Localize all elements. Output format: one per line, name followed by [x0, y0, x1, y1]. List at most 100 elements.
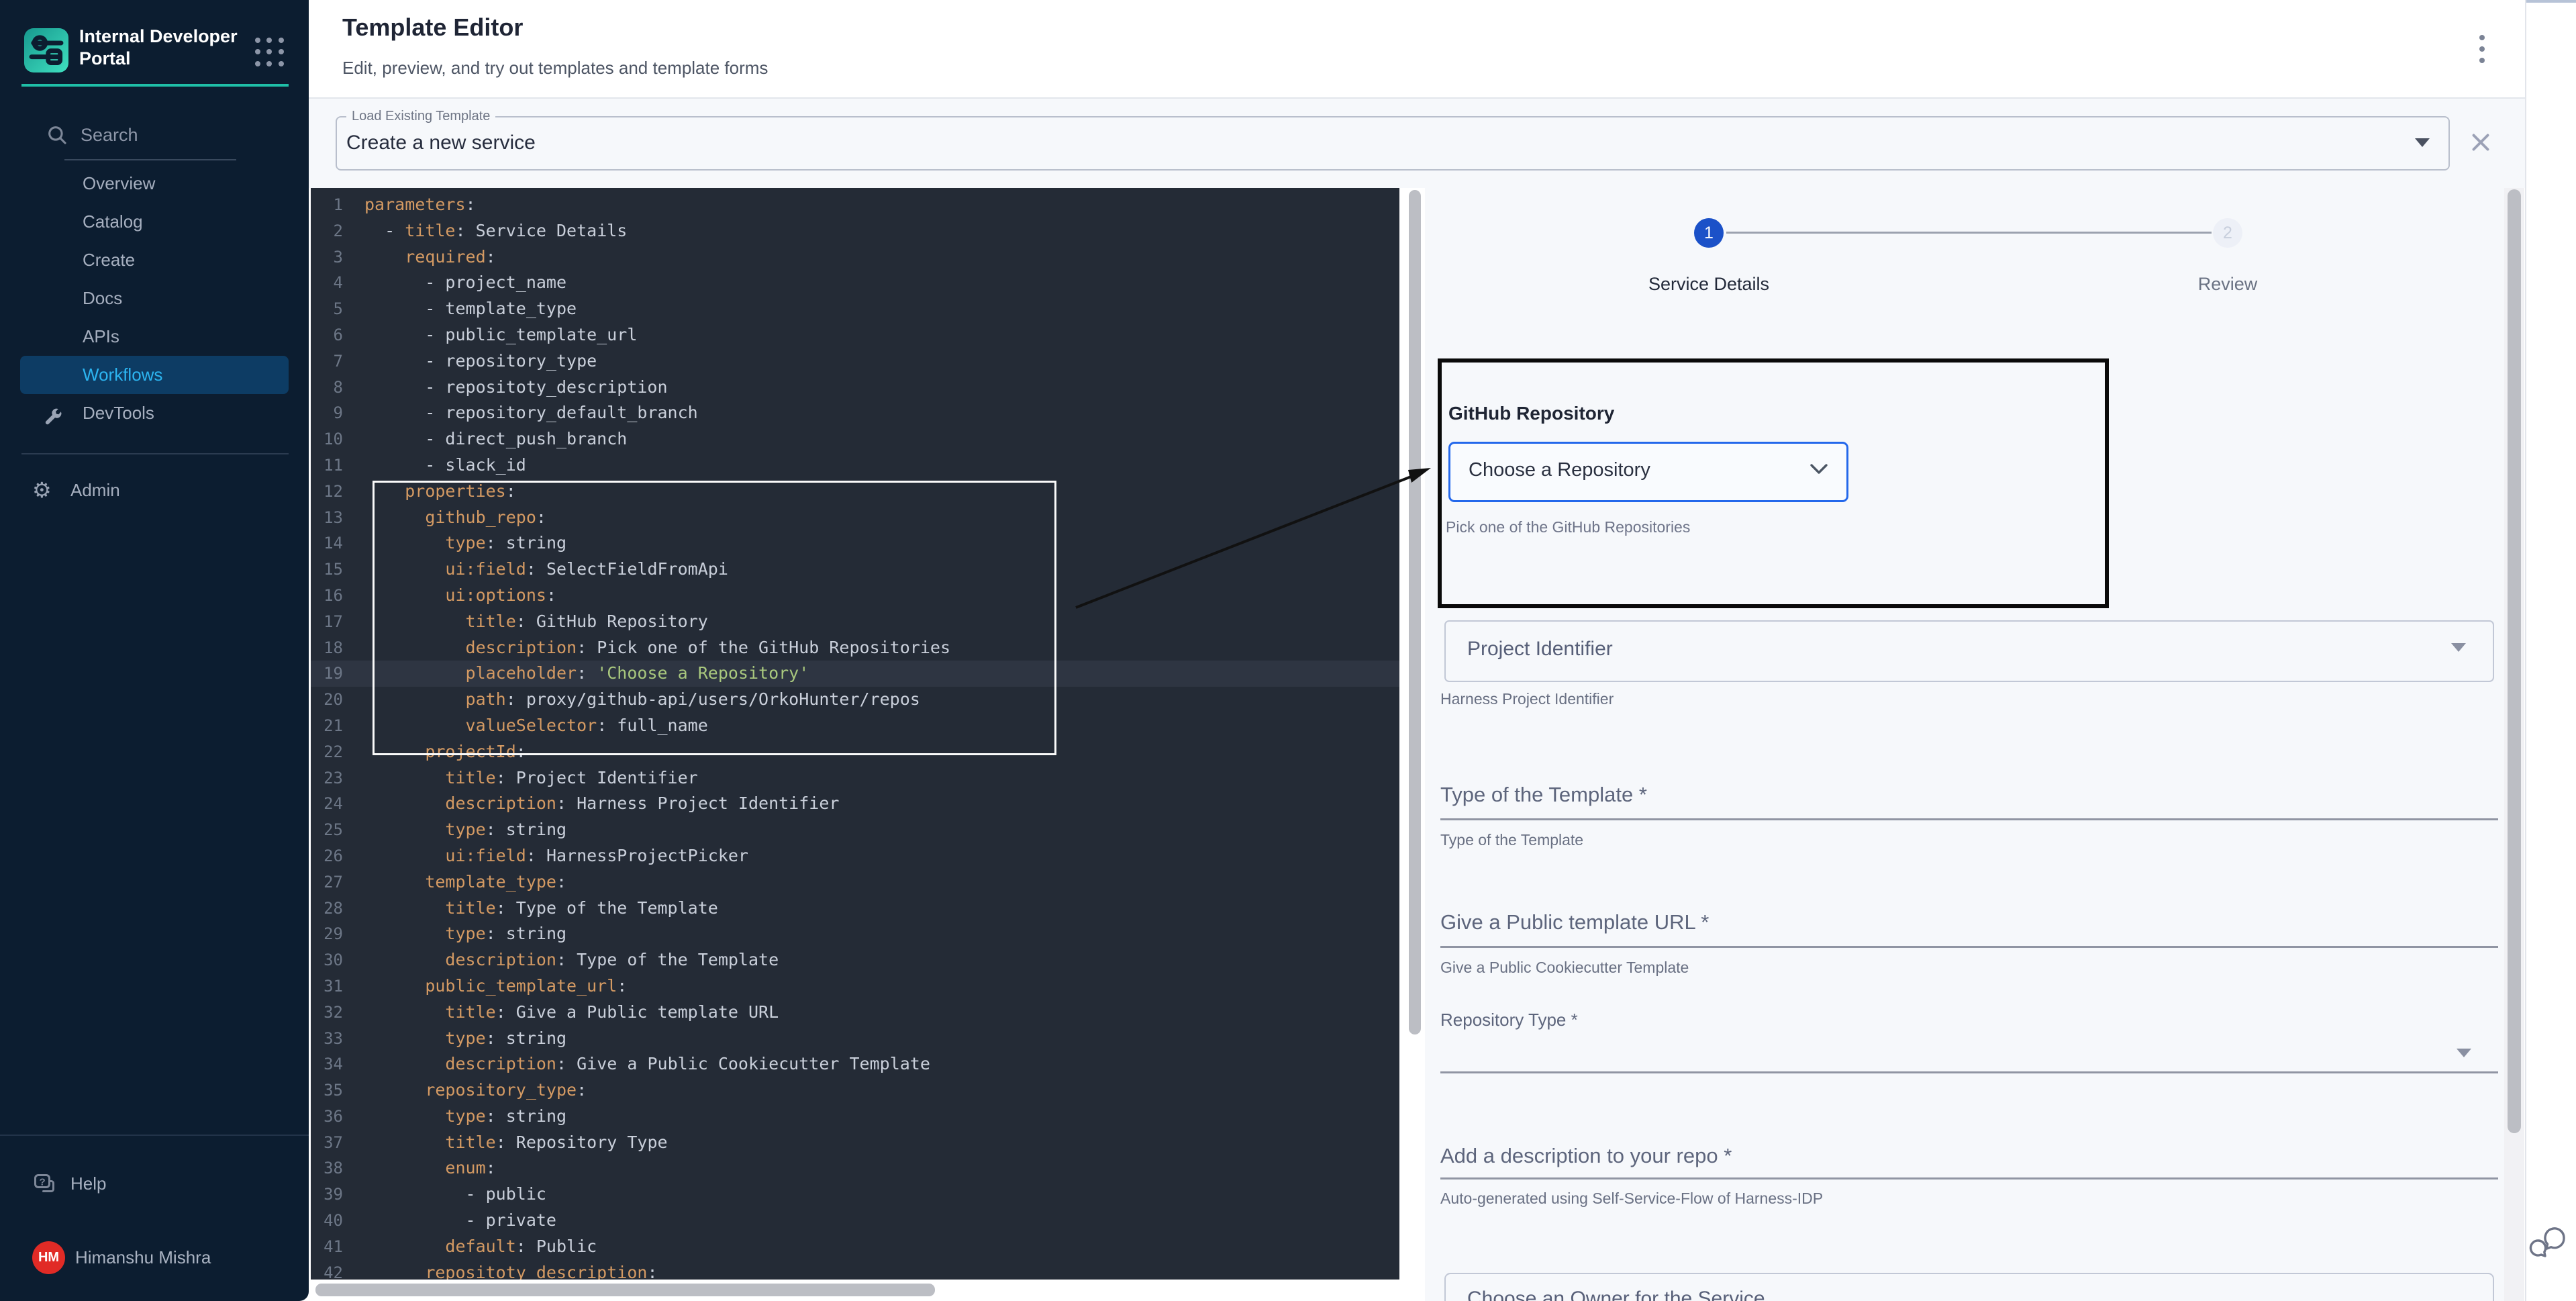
- sidebar-item-overview[interactable]: Overview: [0, 164, 309, 203]
- sidebar-item-devtools[interactable]: DevTools: [0, 394, 309, 432]
- code-token: [364, 793, 445, 813]
- code-token: [364, 872, 425, 892]
- code-text: - title: Service Details: [343, 218, 627, 244]
- editor-hscrollbar-thumb[interactable]: [315, 1284, 935, 1296]
- more-options-icon[interactable]: [2474, 35, 2490, 68]
- stepper-step-1[interactable]: 1: [1694, 218, 1724, 248]
- sidebar-item-label: Workflows: [83, 365, 162, 385]
- code-token: :: [466, 195, 476, 214]
- editor-line-7[interactable]: 7 - repository_type: [311, 348, 1399, 375]
- stepper-step-2-label: Review: [2127, 274, 2328, 295]
- editor-line-10[interactable]: 10 - direct_push_branch: [311, 426, 1399, 452]
- code-token: : Type of the Template: [556, 950, 779, 969]
- template-editor-page: Internal Developer Portal Search Overvie…: [0, 0, 2576, 1301]
- service-owner-value: Choose an Owner for the Service: [1467, 1288, 1765, 1301]
- code-text: type: string: [343, 1026, 566, 1052]
- line-number: 7: [311, 348, 343, 375]
- dropdown-caret-icon[interactable]: [2415, 138, 2430, 147]
- editor-line-35[interactable]: 35 repository_type:: [311, 1077, 1399, 1104]
- editor-line-26[interactable]: 26 ui:field: HarnessProjectPicker: [311, 843, 1399, 869]
- editor-line-9[interactable]: 9 - repository_default_branch: [311, 400, 1399, 426]
- template-url-input[interactable]: [1440, 946, 2498, 948]
- code-token: title: [445, 768, 495, 787]
- code-token: - private: [364, 1210, 556, 1230]
- editor-line-30[interactable]: 30 description: Type of the Template: [311, 947, 1399, 973]
- editor-line-36[interactable]: 36 type: string: [311, 1104, 1399, 1130]
- sidebar-item-create[interactable]: Create: [0, 241, 309, 279]
- code-text: - slack_id: [343, 452, 526, 479]
- editor-line-4[interactable]: 4 - project_name: [311, 270, 1399, 296]
- sidebar-item-apis[interactable]: APIs: [0, 318, 309, 356]
- editor-line-3[interactable]: 3 required:: [311, 244, 1399, 271]
- line-number: 35: [311, 1077, 343, 1104]
- editor-line-23[interactable]: 23 title: Project Identifier: [311, 765, 1399, 791]
- sidebar-search[interactable]: Search: [0, 119, 309, 161]
- editor-line-8[interactable]: 8 - repositoty_description: [311, 375, 1399, 401]
- editor-line-34[interactable]: 34 description: Give a Public Cookiecutt…: [311, 1051, 1399, 1077]
- sidebar-item-help[interactable]: ? Help: [0, 1165, 309, 1203]
- editor-vscrollbar-thumb[interactable]: [1409, 190, 1421, 1034]
- project-identifier-value: Project Identifier: [1467, 638, 1613, 661]
- editor-line-31[interactable]: 31 public_template_url:: [311, 973, 1399, 1000]
- editor-line-25[interactable]: 25 type: string: [311, 817, 1399, 843]
- sidebar-item-workflows[interactable]: Workflows: [20, 356, 289, 394]
- editor-line-2[interactable]: 2 - title: Service Details: [311, 218, 1399, 244]
- code-text: type: string: [343, 1104, 566, 1130]
- code-token: : string: [486, 1106, 566, 1126]
- line-number: 21: [311, 713, 343, 739]
- code-token: title: [405, 221, 455, 240]
- editor-line-40[interactable]: 40 - private: [311, 1208, 1399, 1234]
- code-token: [364, 1028, 445, 1048]
- annotation-rect-editor: [373, 481, 1056, 755]
- form-vscrollbar-thumb[interactable]: [2508, 189, 2521, 1133]
- editor-line-39[interactable]: 39 - public: [311, 1182, 1399, 1208]
- code-token: [364, 247, 405, 267]
- editor-line-33[interactable]: 33 type: string: [311, 1026, 1399, 1052]
- editor-line-37[interactable]: 37 title: Repository Type: [311, 1130, 1399, 1156]
- editor-line-11[interactable]: 11 - slack_id: [311, 452, 1399, 479]
- code-token: [364, 898, 445, 918]
- stepper-step-2[interactable]: 2: [2213, 218, 2242, 248]
- editor-line-32[interactable]: 32 title: Give a Public template URL: [311, 1000, 1399, 1026]
- search-input[interactable]: Search: [81, 125, 235, 146]
- repo-description-input[interactable]: [1440, 1177, 2498, 1179]
- code-token: description: [445, 1054, 556, 1073]
- line-number: 20: [311, 687, 343, 713]
- line-number: 4: [311, 270, 343, 296]
- nav-divider: [21, 453, 289, 454]
- app-switcher-icon[interactable]: [255, 38, 286, 68]
- code-text: - template_type: [343, 296, 577, 322]
- editor-line-38[interactable]: 38 enum:: [311, 1155, 1399, 1182]
- line-number: 19: [311, 661, 343, 687]
- support-chat-icon[interactable]: [2529, 1220, 2569, 1261]
- code-text: type: string: [343, 817, 566, 843]
- sidebar-item-admin[interactable]: ⚙ Admin: [0, 471, 309, 510]
- repository-type-select[interactable]: [1440, 1071, 2498, 1073]
- code-text: type: string: [343, 921, 566, 947]
- template-type-input[interactable]: [1440, 818, 2498, 820]
- sidebar-item-docs[interactable]: Docs: [0, 279, 309, 318]
- close-icon[interactable]: [2469, 130, 2493, 154]
- editor-line-24[interactable]: 24 description: Harness Project Identifi…: [311, 791, 1399, 817]
- line-number: 8: [311, 375, 343, 401]
- sidebar-item-catalog[interactable]: Catalog: [0, 203, 309, 241]
- idp-logo[interactable]: [24, 28, 68, 73]
- line-number: 11: [311, 452, 343, 479]
- page-subtitle: Edit, preview, and try out templates and…: [342, 58, 768, 79]
- editor-line-41[interactable]: 41 default: Public: [311, 1234, 1399, 1260]
- editor-line-1[interactable]: 1parameters:: [311, 192, 1399, 218]
- line-number: 17: [311, 609, 343, 635]
- editor-line-5[interactable]: 5 - template_type: [311, 296, 1399, 322]
- template-type-helper: Type of the Template: [1440, 831, 1583, 849]
- load-template-select[interactable]: Load Existing Template: [336, 109, 2450, 171]
- editor-line-29[interactable]: 29 type: string: [311, 921, 1399, 947]
- sidebar-user[interactable]: HM Himanshu Mishra: [0, 1239, 309, 1277]
- code-token: :: [486, 247, 496, 267]
- editor-line-28[interactable]: 28 title: Type of the Template: [311, 896, 1399, 922]
- editor-line-27[interactable]: 27 template_type:: [311, 869, 1399, 896]
- code-text: default: Public: [343, 1234, 597, 1260]
- code-token: [364, 1054, 445, 1073]
- editor-line-6[interactable]: 6 - public_template_url: [311, 322, 1399, 348]
- line-number: 37: [311, 1130, 343, 1156]
- line-number: 24: [311, 791, 343, 817]
